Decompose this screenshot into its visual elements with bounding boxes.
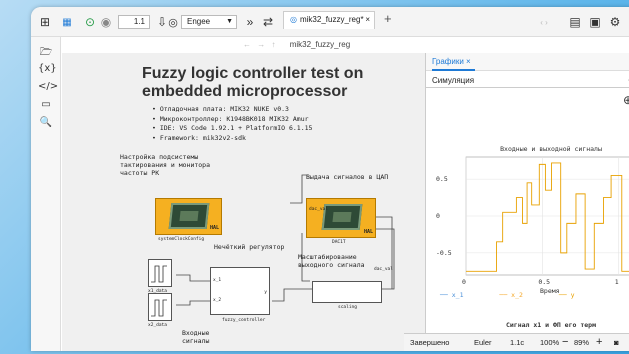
signals-plot[interactable]: 0.50-0.50 0.5 1Время bbox=[426, 153, 629, 301]
block-scaling-label: scaling bbox=[338, 305, 357, 310]
zoom-out-button[interactable]: − bbox=[562, 334, 568, 351]
plot2-title: Сигнал x1 и ФП его терм bbox=[505, 321, 596, 329]
tab-plots[interactable]: Графики × bbox=[432, 53, 475, 71]
close-icon[interactable]: × bbox=[466, 57, 471, 66]
gear-icon[interactable]: ⚙ bbox=[607, 14, 623, 30]
tab-scroll-icon[interactable]: ‹ › bbox=[537, 14, 551, 30]
plot-title: Входные и выходной сигналы bbox=[500, 145, 602, 153]
block-sysclock[interactable]: HAL bbox=[155, 198, 222, 235]
model-icon: ◎ bbox=[290, 15, 297, 24]
add-circle-icon[interactable]: ⊕ bbox=[623, 93, 629, 107]
folder-icon[interactable]: 🗁 bbox=[38, 45, 54, 59]
search-icon[interactable]: 🔍 bbox=[38, 117, 54, 131]
tab-plots-label: Графики bbox=[432, 57, 464, 66]
camera-icon[interactable]: ◙ bbox=[614, 334, 619, 351]
status-state: Завершено bbox=[410, 338, 450, 347]
x-tick-label: 0.5 bbox=[538, 278, 550, 286]
status-progress: 100% bbox=[540, 338, 560, 347]
block-x2-label: x2_data bbox=[148, 323, 167, 328]
plot-legend: ── x_1 ── x_2 ── y bbox=[440, 291, 607, 299]
port-y: y bbox=[264, 290, 267, 295]
zoom-level: 89% bbox=[574, 338, 590, 347]
toolbar: ⊞ ▦ ⊙ ◉ 1.1 ⇩ ◎ Engee ▼ » ⇄ ◎ mik32_fuzzy… bbox=[31, 7, 629, 37]
dac-port-label: dac_val bbox=[309, 207, 328, 212]
terminal-icon[interactable]: ▭ bbox=[38, 99, 54, 113]
chip-icon bbox=[168, 203, 210, 229]
save-icon[interactable]: ▣ bbox=[587, 14, 603, 30]
legend-x2: ── x_2 bbox=[499, 291, 523, 299]
plots-panel: Графики × × Симуляция + ⊕ Входные и выхо… bbox=[425, 53, 629, 351]
close-icon[interactable]: × bbox=[365, 12, 370, 28]
tab-simulation[interactable]: Симуляция bbox=[432, 76, 474, 85]
hal-badge: HAL bbox=[363, 229, 373, 235]
block-sysclock-label: systemClockConfig bbox=[158, 237, 205, 242]
chevron-down-icon: ▼ bbox=[226, 18, 233, 25]
tab-model-label: mik32_fuzzy_reg bbox=[299, 15, 361, 24]
status-solver: Euler bbox=[474, 338, 492, 347]
variables-icon[interactable]: {x} bbox=[38, 63, 57, 77]
port-x2: x_2 bbox=[213, 298, 222, 303]
model-canvas[interactable]: Fuzzy logic controller test on embedded … bbox=[62, 53, 425, 351]
status-time: 1.1с bbox=[510, 338, 525, 347]
solver-select[interactable]: Engee ▼ bbox=[181, 15, 237, 29]
y-tick-label: 0 bbox=[436, 212, 440, 220]
block-x1-data[interactable] bbox=[148, 259, 172, 287]
panel-tabbar: Графики × × bbox=[426, 53, 629, 71]
fuzzy-label: Нечёткий регулятор bbox=[214, 243, 285, 251]
settings-icon[interactable]: ◎ bbox=[166, 14, 180, 30]
inputs-label: Входные сигналы bbox=[182, 329, 210, 345]
zoom-in-button[interactable]: + bbox=[596, 334, 602, 351]
sidebar: 🗁 {x} </> ▭ 🔍 bbox=[31, 37, 61, 351]
status-bar: Завершено Euler 1.1с 100% − 89% + ◙ ⇅ bbox=[404, 333, 629, 351]
layout-icon[interactable]: ▦ bbox=[59, 14, 75, 30]
block-dac-label: DAC1T bbox=[332, 240, 346, 245]
tab-modified-marker: * bbox=[360, 15, 364, 24]
breadcrumb: ← → ↑ mik32_fuzzy_reg bbox=[243, 38, 555, 52]
nav-arrows-icon[interactable]: ← → ↑ bbox=[243, 40, 277, 49]
port-x1: x_1 bbox=[213, 278, 222, 283]
breadcrumb-path[interactable]: mik32_fuzzy_reg bbox=[290, 40, 350, 49]
solver-select-value: Engee bbox=[187, 17, 211, 26]
code-icon[interactable]: </> bbox=[38, 81, 58, 95]
table-icon[interactable]: ▤ bbox=[567, 14, 583, 30]
x-tick-label: 0 bbox=[462, 278, 466, 286]
block-dac[interactable]: dac_val HAL bbox=[306, 198, 376, 238]
legend-y: ── y bbox=[558, 291, 575, 299]
signal-icon[interactable]: ⇄ bbox=[261, 14, 275, 30]
run-icon[interactable]: ⊙ bbox=[83, 14, 97, 30]
hal-badge: HAL bbox=[209, 225, 219, 231]
grid-icon[interactable]: ⊞ bbox=[37, 14, 53, 30]
y-tick-label: 0.5 bbox=[436, 175, 448, 183]
add-tab-icon[interactable]: + bbox=[384, 11, 392, 26]
signal-icon bbox=[151, 299, 167, 317]
x-tick-label: 1 bbox=[615, 278, 619, 286]
stop-icon[interactable]: ◉ bbox=[99, 14, 113, 30]
sim-time-input[interactable]: 1.1 bbox=[118, 15, 150, 29]
block-fuzzy-label: fuzzy_controller bbox=[222, 318, 266, 323]
signal-icon bbox=[151, 265, 167, 283]
divider bbox=[426, 87, 629, 88]
tab-model[interactable]: ◎ mik32_fuzzy_reg* × bbox=[283, 11, 375, 29]
block-fuzzy[interactable]: x_1 x_2 y bbox=[210, 267, 270, 315]
scaling-out-label: dac_val bbox=[374, 267, 393, 272]
app-window: ⊞ ▦ ⊙ ◉ 1.1 ⇩ ◎ Engee ▼ » ⇄ ◎ mik32_fuzzy… bbox=[31, 7, 629, 351]
block-scaling[interactable] bbox=[312, 281, 382, 303]
collapse-icon[interactable]: » bbox=[243, 14, 257, 30]
legend-x1: ── x_1 bbox=[440, 291, 464, 299]
y-tick-label: -0.5 bbox=[436, 249, 452, 257]
block-x2-data[interactable] bbox=[148, 293, 172, 321]
